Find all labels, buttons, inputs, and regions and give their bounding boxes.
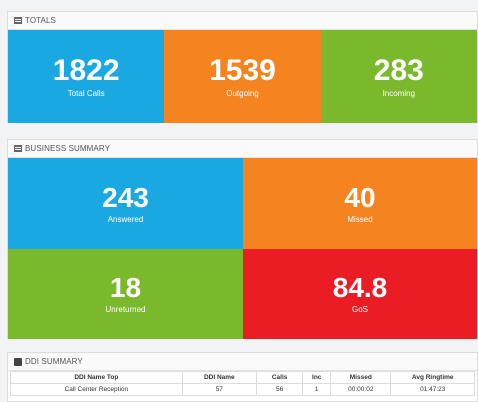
col-calls[interactable]: Calls: [255, 371, 304, 384]
cell-inc: 1: [302, 383, 332, 396]
incoming-tile[interactable]: 283 Incoming: [320, 30, 477, 123]
cell-ddi-name: 57: [181, 383, 257, 396]
table-row[interactable]: Call Center Reception 57 56 1 00:00:02 0…: [10, 383, 475, 396]
cell-avg-ringtime: 01:47:23: [390, 383, 475, 396]
cell-missed: 00:00:02: [330, 383, 392, 396]
total-calls-tile[interactable]: 1822 Total Calls: [8, 30, 165, 123]
total-calls-value: 1822: [52, 53, 120, 87]
table-header-row: DDI Name Top DDI Name Calls Inc Missed A…: [10, 371, 475, 384]
ddi-summary-panel: DDI SUMMARY DDI Name Top DDI Name Calls …: [7, 352, 478, 402]
col-inc[interactable]: Inc: [302, 371, 332, 384]
unreturned-label: Unreturned: [105, 305, 146, 314]
col-missed[interactable]: Missed: [330, 371, 392, 384]
col-ddi-name-top[interactable]: DDI Name Top: [10, 371, 183, 384]
business-summary-panel: BUSINESS SUMMARY 243 Answered 40 Missed …: [7, 139, 478, 339]
gos-label: GoS: [351, 305, 368, 314]
ddi-summary-header: DDI SUMMARY: [8, 353, 477, 371]
table-icon: [14, 17, 22, 24]
incoming-label: Incoming: [382, 88, 416, 98]
gos-tile[interactable]: 84.8 GoS: [243, 249, 477, 339]
missed-value: 40: [344, 181, 376, 213]
ddi-summary-title: DDI SUMMARY: [25, 357, 83, 366]
unreturned-value: 18: [109, 272, 142, 303]
outgoing-tile[interactable]: 1539 Outgoing: [164, 30, 321, 123]
totals-title: TOTALS: [25, 16, 56, 25]
ddi-table: DDI Name Top DDI Name Calls Inc Missed A…: [10, 371, 475, 396]
business-summary-title: BUSINESS SUMMARY: [25, 144, 111, 153]
answered-tile[interactable]: 243 Answered: [8, 158, 243, 249]
incoming-value: 283: [373, 53, 424, 87]
col-avg-ringtime[interactable]: Avg Ringtime: [390, 371, 475, 384]
totals-header: TOTALS: [8, 12, 477, 30]
missed-tile[interactable]: 40 Missed: [243, 158, 477, 249]
answered-value: 243: [102, 181, 149, 213]
cell-ddi-name-top: Call Center Reception: [10, 383, 183, 396]
total-calls-label: Total Calls: [67, 88, 105, 98]
answered-label: Answered: [107, 214, 144, 224]
table-icon: [14, 145, 22, 152]
missed-label: Missed: [347, 214, 373, 224]
phone-icon: [14, 357, 22, 366]
totals-panel: TOTALS 1822 Total Calls 1539 Outgoing 28…: [7, 11, 478, 123]
business-summary-header: BUSINESS SUMMARY: [8, 140, 477, 158]
unreturned-tile[interactable]: 18 Unreturned: [8, 249, 243, 339]
outgoing-value: 1539: [209, 53, 276, 87]
gos-value: 84.8: [332, 272, 388, 303]
col-ddi-name[interactable]: DDI Name: [181, 371, 257, 384]
outgoing-label: Outgoing: [226, 88, 259, 98]
cell-calls: 56: [255, 383, 304, 396]
